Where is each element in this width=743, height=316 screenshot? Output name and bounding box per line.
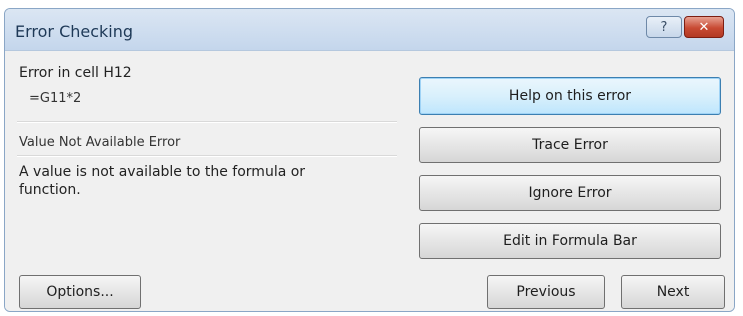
next-button[interactable]: Next (621, 275, 725, 309)
edit-in-formula-bar-button[interactable]: Edit in Formula Bar (419, 223, 721, 259)
options-button[interactable]: Options... (19, 275, 141, 309)
dialog-body: Error in cell H12 =G11*2 Value Not Avail… (5, 51, 734, 311)
help-on-error-button[interactable]: Help on this error (419, 77, 721, 115)
title-bar[interactable]: Error Checking ? ✕ (5, 9, 734, 51)
error-name: Value Not Available Error (19, 135, 181, 150)
divider (17, 155, 397, 157)
error-formula: =G11*2 (29, 91, 82, 106)
previous-button[interactable]: Previous (487, 275, 605, 309)
window-title: Error Checking (15, 22, 134, 41)
error-checking-dialog: Error Checking ? ✕ Error in cell H12 =G1… (4, 8, 735, 312)
divider (17, 121, 397, 123)
error-description: A value is not available to the formula … (19, 164, 306, 198)
close-icon[interactable]: ✕ (684, 16, 724, 38)
trace-error-button[interactable]: Trace Error (419, 127, 721, 163)
help-icon[interactable]: ? (646, 16, 682, 38)
window-controls: ? ✕ (646, 16, 724, 38)
ignore-error-button[interactable]: Ignore Error (419, 175, 721, 211)
error-cell-label: Error in cell H12 (19, 65, 132, 81)
